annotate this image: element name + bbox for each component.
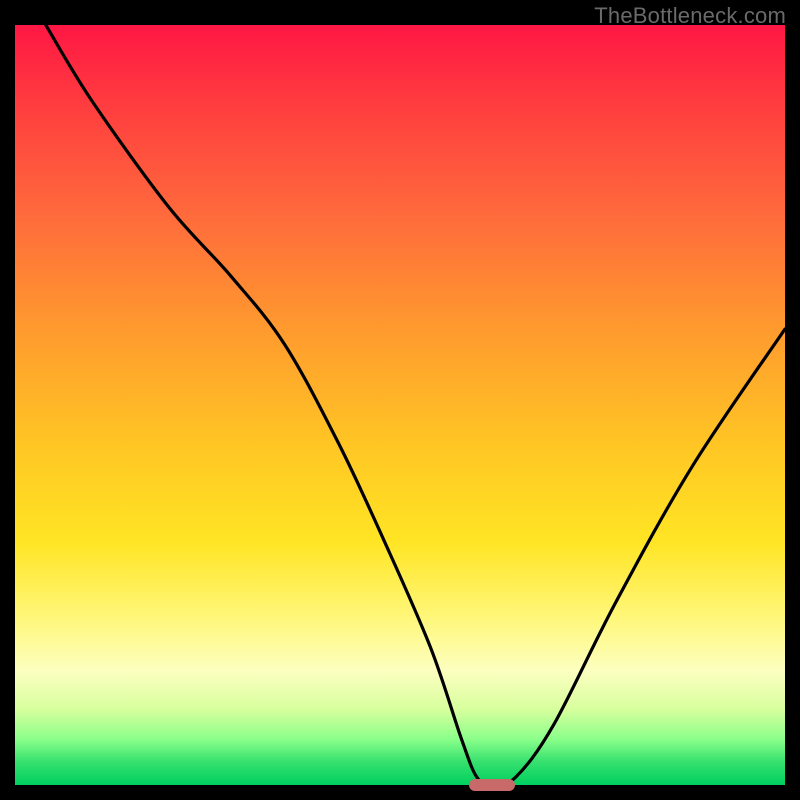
curve-path bbox=[46, 25, 785, 785]
chart-frame: TheBottleneck.com bbox=[0, 0, 800, 800]
optimum-marker bbox=[469, 779, 515, 791]
plot-area bbox=[15, 25, 785, 785]
bottleneck-curve bbox=[15, 25, 785, 785]
